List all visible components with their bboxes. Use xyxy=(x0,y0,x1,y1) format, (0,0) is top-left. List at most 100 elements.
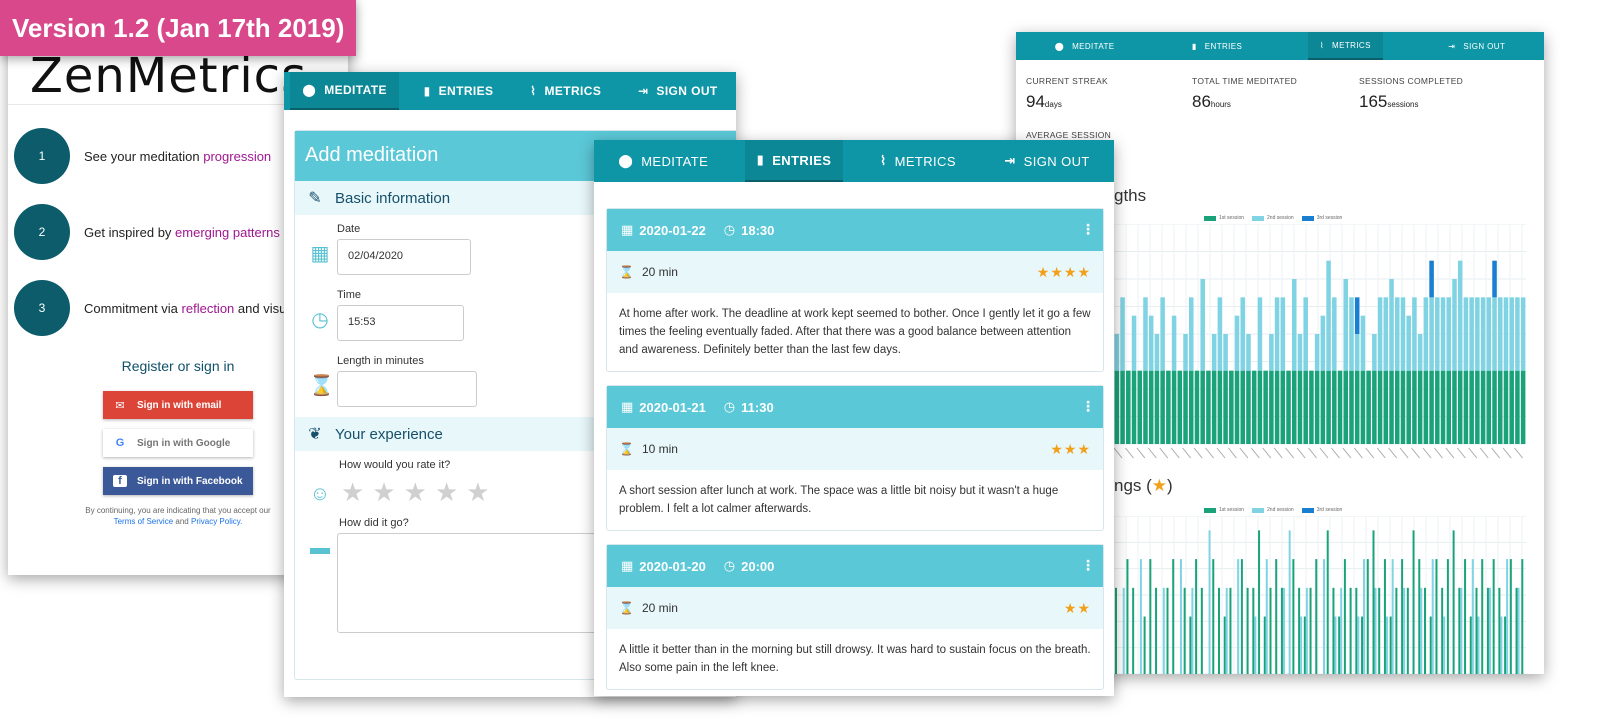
star-icon[interactable]: ★ xyxy=(435,477,458,508)
entry-card[interactable]: ▦ 2020-01-22 ◷ 18:30 ⋮ ⌛ 20 min ★★★★ At hom… xyxy=(606,208,1104,372)
entry-meta: ⌛ 20 min ★★★★ xyxy=(607,251,1103,293)
bar xyxy=(1240,370,1246,444)
bar xyxy=(1292,559,1295,674)
bar xyxy=(1297,334,1303,371)
nav-meditate[interactable]: ⬤ MEDITATE xyxy=(290,72,399,110)
bar xyxy=(1435,370,1440,444)
star-icon[interactable]: ★ xyxy=(404,477,427,508)
bar xyxy=(1440,297,1446,371)
bar xyxy=(1440,370,1446,444)
bar xyxy=(1246,334,1251,371)
bar xyxy=(1486,297,1492,371)
bar xyxy=(1251,370,1257,444)
nav-metrics[interactable]: ⌇ METRICS xyxy=(1307,32,1383,60)
sign-in-email-button[interactable]: ✉ Sign in with email xyxy=(103,391,253,419)
bar xyxy=(1475,297,1480,371)
bar xyxy=(1269,370,1274,444)
entry-card[interactable]: ▦ 2020-01-20 ◷ 20:00 ⋮ ⌛ 20 min ★★ A little… xyxy=(606,544,1104,690)
bar xyxy=(1349,587,1352,674)
bar xyxy=(1148,315,1154,371)
bar xyxy=(1218,587,1220,674)
nav-signout[interactable]: ⇥ SIGN OUT xyxy=(1436,32,1517,60)
bar xyxy=(1463,370,1469,444)
bar xyxy=(1349,370,1354,444)
entry-card[interactable]: ▦ 2020-01-21 ◷ 11:30 ⋮ ⌛ 10 min ★★★ A short… xyxy=(606,385,1104,531)
length-field[interactable] xyxy=(337,371,477,407)
bar xyxy=(1263,370,1268,444)
bar xyxy=(1492,260,1497,298)
bar xyxy=(1114,334,1120,371)
star-icon[interactable]: ★ xyxy=(341,477,364,508)
bar xyxy=(1337,370,1343,444)
bar xyxy=(1254,616,1257,674)
bar xyxy=(1521,559,1524,674)
nav-metrics[interactable]: ⌇ METRICS xyxy=(518,72,613,110)
hourglass-icon: ⌛ xyxy=(619,265,634,279)
nav-signout[interactable]: ⇥ SIGN OUT xyxy=(992,140,1101,182)
date-field[interactable]: 02/04/2020 xyxy=(337,239,471,275)
bar xyxy=(1406,315,1411,371)
star-icon[interactable]: ★ xyxy=(466,477,489,508)
privacy-link[interactable]: Privacy Policy. xyxy=(191,517,242,526)
bar xyxy=(1131,315,1137,371)
bar xyxy=(1515,587,1518,674)
x-tick xyxy=(1479,447,1489,459)
nav-entries[interactable]: ▮ ENTRIES xyxy=(1180,32,1254,60)
entry-header: ▦ 2020-01-20 ◷ 20:00 ⋮ xyxy=(607,545,1103,587)
nav-meditate[interactable]: ⬤ MEDITATE xyxy=(606,140,720,182)
nav-meditate[interactable]: ⬤ MEDITATE xyxy=(1043,32,1127,60)
more-menu-icon[interactable]: ⋮ xyxy=(1081,398,1095,415)
bar xyxy=(1225,587,1228,674)
bar xyxy=(1223,370,1228,444)
chart-icon: ⌇ xyxy=(1319,40,1325,50)
calendar-icon: ▦ xyxy=(621,399,634,414)
more-menu-icon[interactable]: ⋮ xyxy=(1081,557,1095,574)
bar xyxy=(1177,370,1183,444)
sign-in-facebook-button[interactable]: f Sign in with Facebook xyxy=(103,467,253,495)
entry-meta: ⌛ 20 min ★★ xyxy=(607,587,1103,629)
x-tick xyxy=(1308,447,1317,459)
star-icon[interactable]: ★ xyxy=(372,477,395,508)
bar xyxy=(1500,616,1503,674)
x-tick xyxy=(1491,447,1501,459)
bar xyxy=(1497,297,1503,371)
nav-signout[interactable]: ⇥ SIGN OUT xyxy=(626,72,730,110)
nav-metrics[interactable]: ⌇ METRICS xyxy=(868,140,968,182)
nav-entries[interactable]: ▮ ENTRIES xyxy=(744,140,844,182)
bar xyxy=(1126,559,1129,674)
bar xyxy=(1154,370,1160,444)
rating-label: How would you rate it? xyxy=(339,459,451,471)
x-tick xyxy=(1136,447,1146,459)
terms-link[interactable]: Terms of Service xyxy=(114,517,174,526)
x-tick xyxy=(1342,447,1352,459)
time-field[interactable]: 15:53 xyxy=(337,305,464,341)
bar xyxy=(1305,587,1308,674)
bar xyxy=(1166,587,1169,674)
bar xyxy=(1360,370,1366,444)
bar xyxy=(1303,616,1306,674)
bar xyxy=(1395,587,1398,674)
bar xyxy=(1354,370,1360,444)
bar xyxy=(1355,587,1358,674)
bar xyxy=(1492,559,1495,674)
bar xyxy=(1114,370,1120,444)
bar xyxy=(1378,587,1381,674)
x-tick xyxy=(1514,447,1523,459)
x-tick xyxy=(1285,447,1295,459)
bar xyxy=(1229,370,1234,444)
bar xyxy=(1343,279,1349,371)
bar xyxy=(1183,334,1188,371)
bar xyxy=(1389,616,1392,674)
x-tick xyxy=(1331,447,1340,459)
sign-in-google-button[interactable]: G Sign in with Google xyxy=(103,429,253,457)
more-menu-icon[interactable]: ⋮ xyxy=(1081,221,1095,238)
nav-entries[interactable]: ▮ ENTRIES xyxy=(412,72,506,110)
bar xyxy=(1188,370,1194,444)
bar xyxy=(1441,587,1444,674)
bar xyxy=(1217,297,1223,371)
bar xyxy=(1464,559,1467,674)
legal-text: By continuing, you are indicating that y… xyxy=(85,506,271,526)
bar xyxy=(1357,616,1360,674)
bar xyxy=(1179,559,1182,674)
bar xyxy=(1509,559,1512,674)
